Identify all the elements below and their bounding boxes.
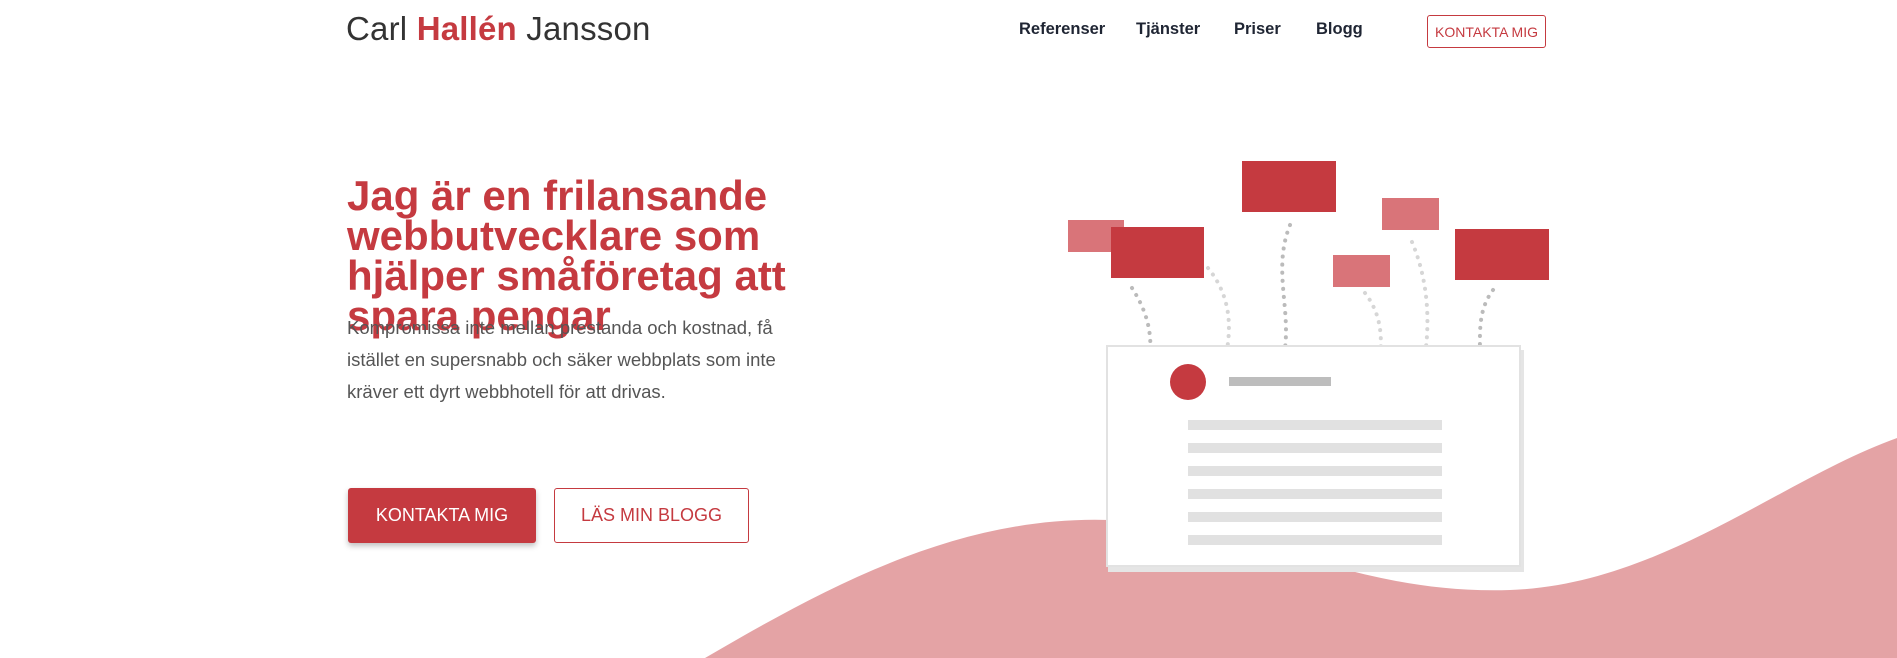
nav-item-referenser[interactable]: Referenser xyxy=(1019,20,1105,39)
page-card-title-line xyxy=(1229,377,1331,386)
flying-card xyxy=(1333,255,1390,287)
page-card-line xyxy=(1188,443,1442,453)
dotted-trail xyxy=(1280,223,1292,357)
logo-last-name: Jansson xyxy=(516,10,651,47)
flying-card xyxy=(1455,229,1549,280)
logo-first-name: Carl xyxy=(346,10,417,47)
nav-item-priser[interactable]: Priser xyxy=(1234,20,1281,39)
nav-item-blogg[interactable]: Blogg xyxy=(1316,20,1363,39)
contact-button[interactable]: KONTAKTA MIG xyxy=(348,488,536,543)
flying-card xyxy=(1242,161,1336,212)
page-card-line xyxy=(1188,466,1442,476)
header-contact-button[interactable]: KONTAKTA MIG xyxy=(1427,15,1546,48)
page-card-line xyxy=(1188,535,1442,545)
hero-illustration xyxy=(1068,161,1549,572)
flying-card xyxy=(1382,198,1439,230)
dotted-trail xyxy=(1410,240,1430,357)
nav-item-tjanster[interactable]: Tjänster xyxy=(1136,20,1200,39)
dotted-trail xyxy=(1130,286,1153,357)
read-blog-button[interactable]: LÄS MIN BLOGG xyxy=(554,488,749,543)
hero-lead: Kompromissa inte mellan prestanda och ko… xyxy=(347,317,776,402)
flying-card xyxy=(1111,227,1204,278)
logo-middle-name: Hallén xyxy=(416,10,517,47)
dotted-trail xyxy=(1206,266,1231,357)
background-wave xyxy=(705,438,1897,658)
page-card-line xyxy=(1188,420,1442,430)
site-logo[interactable]: Carl Hallén Jansson xyxy=(346,10,651,48)
avatar-dot xyxy=(1170,364,1206,400)
page-card-line xyxy=(1188,512,1442,522)
page-card-line xyxy=(1188,489,1442,499)
